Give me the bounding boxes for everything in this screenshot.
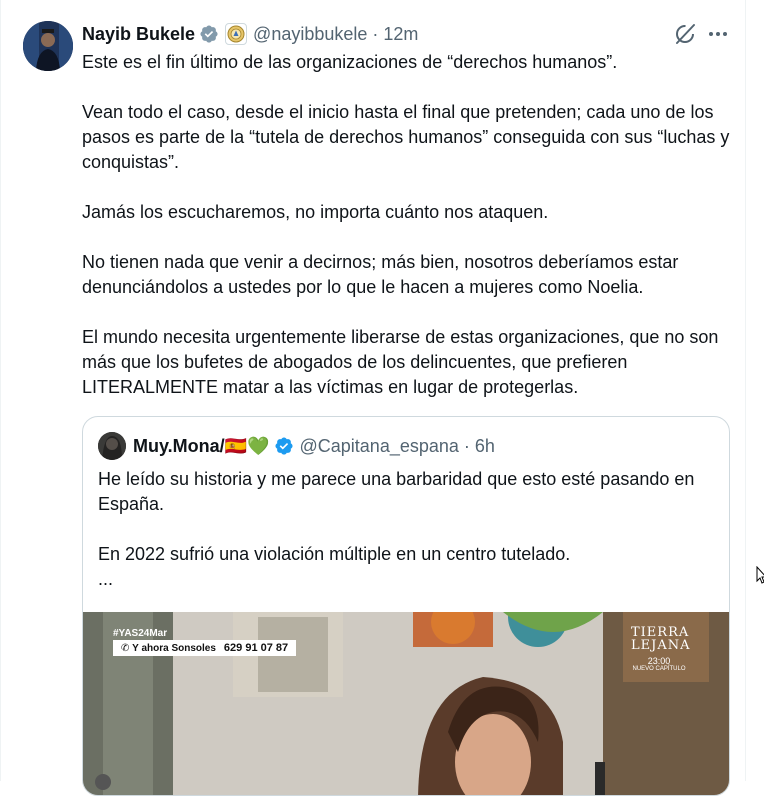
show-subtitle: NUEVO CAPÍTULO (632, 666, 686, 672)
author-handle[interactable]: @nayibbukele (253, 24, 367, 45)
separator-dot: · (463, 435, 470, 456)
tweet-paragraph: Este es el fin último de las organizacio… (82, 52, 618, 72)
separator-dot: · (372, 23, 379, 44)
author-avatar[interactable] (23, 21, 73, 71)
quote-author-avatar[interactable] (98, 432, 126, 460)
quote-media-image[interactable]: #YAS24Mar ✆ Y ahora Sonsoles 629 91 07 8… (83, 612, 729, 795)
quote-line: En 2022 sufrió una violación múltiple en… (98, 544, 571, 564)
tweet-text: Este es el fin último de las organizacio… (82, 50, 732, 425)
tweet-time[interactable]: 12m (383, 24, 418, 45)
tweet-paragraph: Vean todo el caso, desde el inicio hasta… (82, 102, 730, 172)
grok-icon[interactable] (673, 22, 697, 46)
tweet-header: Nayib Bukele @nayibbukele · 12m (82, 21, 418, 47)
quote-time[interactable]: 6h (475, 436, 495, 457)
show-time: 23:00 (647, 656, 671, 666)
media-hashtag: #YAS24Mar (113, 628, 168, 639)
phone-number: 629 91 07 87 (223, 642, 289, 654)
tweet-paragraph: Jamás los escucharemos, no importa cuánt… (82, 202, 549, 222)
show-logo: TIERRA LEJANA 23:00 NUEVO CAPÍTULO (631, 626, 691, 672)
quoted-tweet[interactable]: Muy.Mona/ 🇪🇸💚 @Capitana_espana · 6h He l… (82, 416, 730, 796)
quote-line: He leído su historia y me parece una bar… (98, 469, 695, 514)
phone-label: Y ahora Sonsoles (132, 642, 216, 654)
media-phone-banner: ✆ Y ahora Sonsoles 629 91 07 87 (113, 640, 297, 656)
verified-badge-icon[interactable] (199, 24, 219, 44)
quote-author-emojis: 🇪🇸💚 (224, 435, 270, 456)
tweet-paragraph: No tienen nada que venir a decirnos; más… (82, 252, 679, 297)
tweet[interactable]: Nayib Bukele @nayibbukele · 12m Este es … (0, 0, 746, 796)
show-title-2: LEJANA (631, 638, 691, 653)
avatar-image (23, 21, 73, 71)
quote-text: He leído su historia y me parece una bar… (98, 467, 718, 592)
more-icon[interactable] (705, 22, 731, 46)
quote-author-name[interactable]: Muy.Mona/ (133, 436, 225, 457)
quote-ellipsis: ... (98, 569, 114, 589)
quote-author-handle[interactable]: @Capitana_espana (300, 436, 459, 457)
author-name[interactable]: Nayib Bukele (82, 24, 195, 45)
verified-badge-icon[interactable] (274, 436, 294, 456)
quote-header: Muy.Mona/ 🇪🇸💚 @Capitana_espana · 6h (133, 432, 495, 460)
tweet-paragraph: El mundo necesita urgentemente liberarse… (82, 327, 719, 397)
phone-icon: ✆ (121, 642, 133, 654)
el-salvador-seal-icon[interactable] (225, 23, 248, 45)
mouse-cursor-icon (756, 565, 764, 584)
